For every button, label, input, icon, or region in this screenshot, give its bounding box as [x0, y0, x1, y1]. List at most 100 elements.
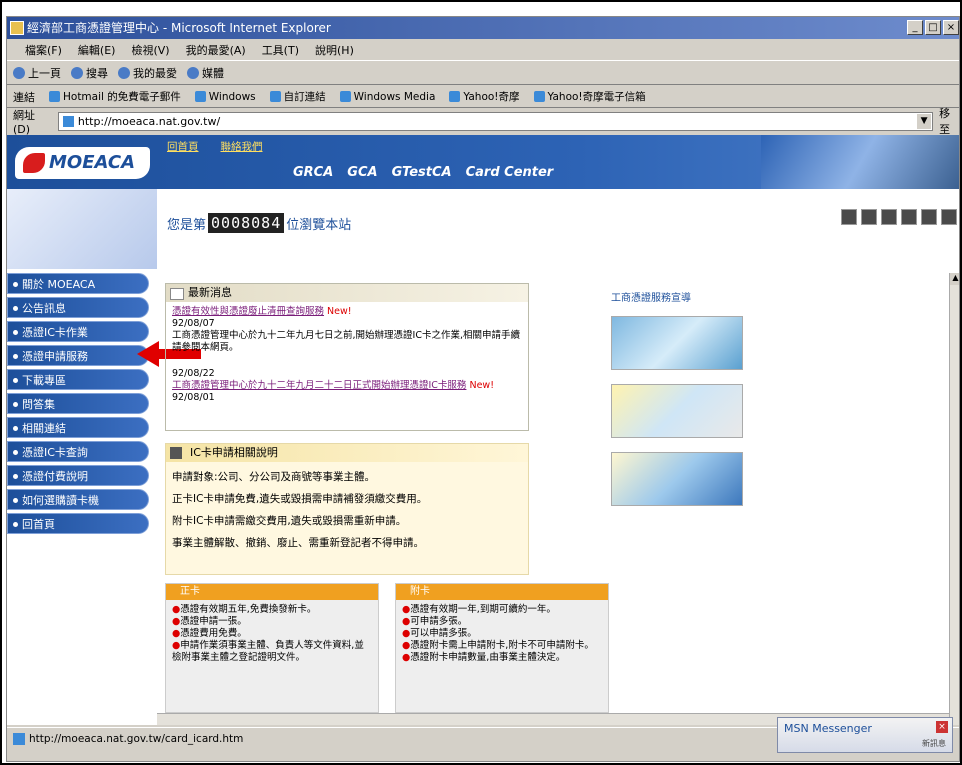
main-card-header: 正卡 [166, 584, 378, 600]
address-bar: 網址(D) http://moeaca.nat.gov.tw/ ▼ 移至 [7, 107, 959, 136]
chevron-down-icon[interactable]: ▼ [917, 113, 932, 129]
nav-apply[interactable]: 憑證申請服務 [7, 345, 149, 366]
minimize-button[interactable]: _ [907, 20, 923, 35]
back-button[interactable]: 上一頁 [13, 65, 61, 81]
list-item: 申請對象:公司、分公司及商號等事業主體。 [172, 471, 376, 483]
address-input[interactable]: http://moeaca.nat.gov.tw/ ▼ [57, 111, 934, 131]
site-logo[interactable]: MOEACA [15, 147, 150, 179]
page-icon [533, 91, 545, 102]
link-yahoo-mail[interactable]: Yahoo!奇摩電子信箱 [533, 89, 646, 104]
promo-banner-1[interactable] [611, 316, 743, 370]
nav-card-center[interactable]: Card Center [466, 165, 554, 180]
link-custom[interactable]: 自訂連結 [269, 89, 326, 104]
media-icon [187, 66, 199, 79]
contact-link[interactable]: 聯絡我們 [221, 139, 263, 154]
status-url: http://moeaca.nat.gov.tw/card_icard.htm [29, 732, 244, 745]
logo-icon [23, 153, 45, 173]
scroll-up-icon[interactable]: ▲ [950, 273, 959, 285]
promo-banner-2[interactable] [611, 384, 743, 438]
main-card-box: 正卡 ●憑證有效期五年,免費換發新卡。 ●憑證申請一張。 ●憑證費用免費。 ●申… [165, 583, 379, 713]
media-button[interactable]: 媒體 [187, 65, 224, 81]
link-windows[interactable]: Windows [194, 91, 256, 103]
news-link[interactable]: 憑證有效性與憑證廢止清冊查詢服務 [172, 306, 324, 317]
nav-gca[interactable]: GCA [347, 165, 377, 180]
menu-favorites[interactable]: 我的最愛(A) [186, 42, 246, 58]
info-icon[interactable] [861, 209, 877, 225]
banner-image [761, 135, 959, 189]
back-icon [13, 66, 25, 79]
mail-icon[interactable] [921, 209, 937, 225]
go-button[interactable]: 移至 [939, 105, 959, 137]
promo-column: 工商憑證服務宣導 [611, 289, 751, 520]
sub-card-body: ●憑證有效期一年,到期可續約一年。 ●可申請多張。 ●可以申請多張。 ●憑證附卡… [396, 600, 608, 668]
home-icon[interactable] [841, 209, 857, 225]
nav-card-query[interactable]: 憑證IC卡查詢 [7, 441, 149, 462]
decorative-graphic [7, 189, 157, 269]
msn-popup[interactable]: MSN Messenger × 新訊息 [777, 717, 953, 753]
list-item: ●憑證有效期一年,到期可續約一年。 [402, 604, 556, 615]
quick-icons [841, 209, 957, 225]
star-icon [118, 66, 130, 79]
list-item: ●憑證費用免費。 [172, 628, 247, 639]
nav-about[interactable]: 關於 MOEACA [7, 273, 149, 294]
news-date: 92/08/22 [172, 368, 215, 379]
list-item: 附卡IC卡申請需繳交費用,遺失或毀損需重新申請。 [172, 515, 407, 527]
vertical-scrollbar[interactable]: ▲ [949, 273, 959, 725]
nav-ic-card[interactable]: 憑證IC卡作業 [7, 321, 149, 342]
address-label: 網址(D) [13, 108, 35, 136]
nav-related-links[interactable]: 相關連結 [7, 417, 149, 438]
link-windows-media[interactable]: Windows Media [339, 91, 435, 103]
nav-gtestca[interactable]: GTestCA [392, 165, 452, 180]
promo-banner-3[interactable] [611, 452, 743, 506]
nav-grca[interactable]: GRCA [293, 165, 333, 180]
page-icon [269, 91, 281, 102]
nav-download[interactable]: 下載專區 [7, 369, 149, 390]
close-button[interactable]: × [943, 20, 959, 35]
home-link[interactable]: 回首頁 [167, 139, 199, 154]
menu-file[interactable]: 檔案(F) [25, 42, 62, 58]
ie-icon [10, 21, 24, 35]
close-icon[interactable]: × [936, 721, 948, 733]
page-content: MOEACA 回首頁 聯絡我們 GRCA GCA GTestCA Card Ce… [7, 135, 959, 725]
link-hotmail[interactable]: Hotmail 的免費電子郵件 [49, 89, 181, 104]
nav-card-reader[interactable]: 如何選購讀卡機 [7, 489, 149, 510]
nav-faq[interactable]: 問答集 [7, 393, 149, 414]
msn-subtext: 新訊息 [922, 739, 946, 748]
ic-info-header: IC卡申請相關說明 [166, 444, 528, 462]
list-item: ●憑證附卡申請數量,由事業主體決定。 [402, 652, 566, 663]
promo-header: 工商憑證服務宣導 [611, 293, 691, 304]
new-badge: New! [469, 380, 494, 391]
menu-view[interactable]: 檢視(V) [131, 42, 169, 58]
msn-title: MSN Messenger [784, 722, 872, 735]
news-date: 92/08/01 [172, 392, 215, 403]
maximize-button[interactable]: □ [925, 20, 941, 35]
main-card-body: ●憑證有效期五年,免費換發新卡。 ●憑證申請一張。 ●憑證費用免費。 ●申請作業… [166, 600, 378, 668]
nav-home[interactable]: 回首頁 [7, 513, 149, 534]
menu-tools[interactable]: 工具(T) [262, 42, 299, 58]
banner-nav: GRCA GCA GTestCA Card Center [293, 165, 553, 180]
site-banner: MOEACA 回首頁 聯絡我們 GRCA GCA GTestCA Card Ce… [7, 135, 959, 189]
news-header: 最新消息 [166, 284, 528, 302]
page-icon [449, 91, 461, 102]
download-icon[interactable] [901, 209, 917, 225]
new-badge: New! [327, 306, 352, 317]
list-item: ●憑證有效期五年,免費換發新卡。 [172, 604, 317, 615]
nav-announcements[interactable]: 公告訊息 [7, 297, 149, 318]
sub-card-box: 附卡 ●憑證有效期一年,到期可續約一年。 ●可申請多張。 ●可以申請多張。 ●憑… [395, 583, 609, 713]
title-bar: 經濟部工商憑證管理中心 - Microsoft Internet Explore… [7, 17, 959, 39]
menu-help[interactable]: 說明(H) [315, 42, 354, 58]
search-button[interactable]: 搜尋 [71, 65, 108, 81]
news-panel: 最新消息 憑證有效性與憑證廢止清冊查詢服務 New! 92/08/07 工商憑證… [165, 283, 529, 431]
news-link[interactable]: 工商憑證管理中心於九十二年九月二十二日正式開始辦理憑證IC卡服務 [172, 380, 466, 391]
visitor-counter: 您是第 0008084 位瀏覽本站 [167, 213, 352, 233]
menu-edit[interactable]: 編輯(E) [78, 42, 116, 58]
toolbar: 上一頁 搜尋 我的最愛 媒體 [7, 61, 959, 85]
search-icon[interactable] [941, 209, 957, 225]
top-links: 回首頁 聯絡我們 [167, 139, 263, 154]
favorites-button[interactable]: 我的最愛 [118, 65, 177, 81]
browser-window: 經濟部工商憑證管理中心 - Microsoft Internet Explore… [6, 16, 960, 762]
link-yahoo[interactable]: Yahoo!奇摩 [449, 89, 520, 104]
help-icon[interactable] [881, 209, 897, 225]
sub-card-header: 附卡 [396, 584, 608, 600]
nav-payment[interactable]: 憑證付費說明 [7, 465, 149, 486]
